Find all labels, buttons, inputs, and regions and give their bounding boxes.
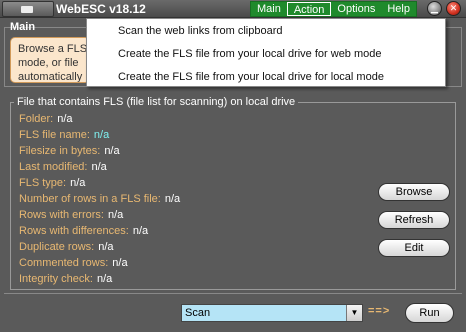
field-last-modified: Last modified: n/a xyxy=(19,161,107,173)
field-rows-with-differences: Rows with differences: n/a xyxy=(19,225,148,237)
field-label: Last modified: xyxy=(19,161,88,173)
field-value: n/a xyxy=(93,129,110,141)
menu-options[interactable]: Options xyxy=(331,2,381,16)
field-rows-with-errors: Rows with errors: n/a xyxy=(19,209,123,221)
field-label: Folder: xyxy=(19,113,54,125)
menu-item-create-fls-local[interactable]: Create the FLS file from your local driv… xyxy=(87,67,445,88)
run-button[interactable]: Run xyxy=(405,303,454,323)
field-label: Rows with differences: xyxy=(19,225,129,237)
field-filesize: Filesize in bytes: n/a xyxy=(19,145,120,157)
field-value: n/a xyxy=(132,225,149,237)
app-logo-icon xyxy=(2,1,54,17)
fls-group-legend: File that contains FLS (file list for sc… xyxy=(14,96,299,108)
field-label: Rows with errors: xyxy=(19,209,104,221)
mode-select[interactable]: Scan ▼ xyxy=(181,304,363,322)
field-folder: Folder: n/a xyxy=(19,113,73,125)
field-value: n/a xyxy=(104,145,120,157)
menu-bar: Main Action Options Help xyxy=(250,1,417,17)
field-value: n/a xyxy=(107,209,124,221)
info-line-3: automatically xyxy=(18,71,83,83)
field-commented-rows: Commented rows: n/a xyxy=(19,257,128,269)
mode-select-value: Scan xyxy=(185,307,211,319)
edit-button[interactable]: Edit xyxy=(378,239,450,257)
field-value: n/a xyxy=(57,113,73,125)
field-duplicate-rows: Duplicate rows: n/a xyxy=(19,241,114,253)
field-label: Integrity check: xyxy=(19,273,93,285)
title-bar: WebESC v18.12 Main Action Options Help ▁… xyxy=(0,0,466,18)
browse-button[interactable]: Browse xyxy=(378,183,450,201)
info-box: Browse a FLS mode, or file automatically xyxy=(10,37,90,83)
main-tab-label: Main xyxy=(10,21,36,33)
field-label: FLS file name: xyxy=(19,129,90,141)
field-row-count: Number of rows in a FLS file: n/a xyxy=(19,193,180,205)
action-dropdown-menu: Scan the web links from clipboard Create… xyxy=(86,18,446,87)
info-line-1: Browse a FLS xyxy=(18,43,88,55)
field-label: Filesize in bytes: xyxy=(19,145,101,157)
refresh-button[interactable]: Refresh xyxy=(378,211,450,229)
close-icon[interactable]: ✕ xyxy=(446,1,461,16)
field-label: Number of rows in a FLS file: xyxy=(19,193,161,205)
field-value: n/a xyxy=(91,161,107,173)
field-value: n/a xyxy=(164,193,181,205)
field-value: n/a xyxy=(70,177,86,189)
menu-main[interactable]: Main xyxy=(251,2,287,16)
field-value: n/a xyxy=(96,273,113,285)
info-line-2: mode, or file xyxy=(18,57,79,69)
window-title: WebESC v18.12 xyxy=(56,2,146,16)
field-fls-type: FLS type: n/a xyxy=(19,177,85,189)
field-fls-file-name: FLS file name: n/a xyxy=(19,129,109,141)
menu-item-scan-clipboard[interactable]: Scan the web links from clipboard xyxy=(87,21,445,42)
field-label: FLS type: xyxy=(19,177,67,189)
arrow-indicator: ==> xyxy=(368,305,391,317)
menu-action[interactable]: Action xyxy=(286,2,332,16)
field-integrity-check: Integrity check: n/a xyxy=(19,273,112,285)
field-value: n/a xyxy=(112,257,128,269)
field-value: n/a xyxy=(98,241,114,253)
menu-item-create-fls-web[interactable]: Create the FLS file from your local driv… xyxy=(87,44,445,65)
field-label: Duplicate rows: xyxy=(19,241,95,253)
minimize-icon[interactable]: ▁ xyxy=(427,1,442,16)
menu-help[interactable]: Help xyxy=(381,2,416,16)
chevron-down-icon[interactable]: ▼ xyxy=(346,305,362,321)
field-label: Commented rows: xyxy=(19,257,109,269)
